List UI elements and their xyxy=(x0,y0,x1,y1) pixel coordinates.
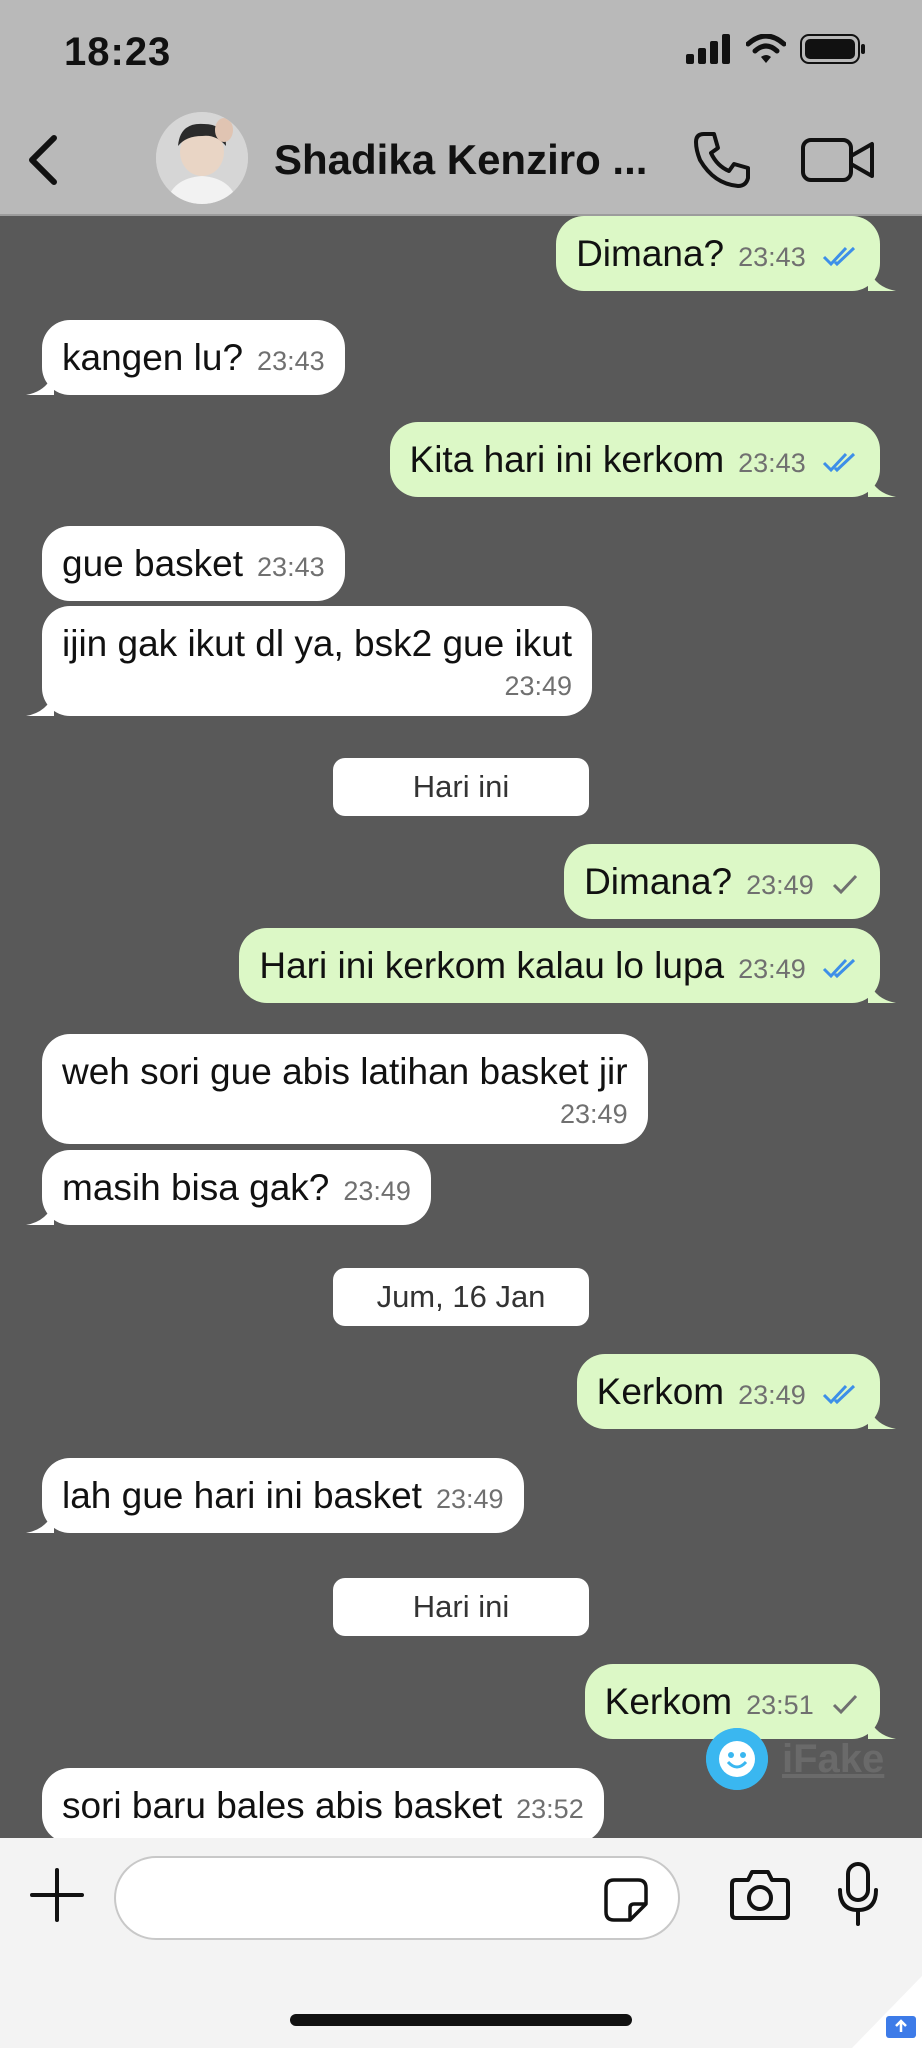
message-text: kangen lu? xyxy=(62,337,244,378)
incoming-message[interactable]: ijin gak ikut dl ya, bsk2 gue ikut 23:49 xyxy=(26,606,593,716)
camera-icon[interactable] xyxy=(730,1868,790,1920)
date-separator: Hari ini xyxy=(333,1578,589,1636)
message-input[interactable] xyxy=(114,1856,680,1940)
status-icons xyxy=(686,34,866,64)
double-check-read-icon xyxy=(822,1385,856,1405)
double-check-read-icon xyxy=(822,959,856,979)
outgoing-message[interactable]: Kerkom 23:49 xyxy=(576,1354,896,1429)
message-text: Kita hari ini kerkom xyxy=(409,439,725,480)
outgoing-message[interactable]: Kita hari ini kerkom 23:43 xyxy=(389,422,896,497)
message-time: 23:43 xyxy=(257,552,325,582)
microphone-icon[interactable] xyxy=(836,1862,880,1926)
status-bar: 18:23 xyxy=(0,0,922,110)
status-time: 18:23 xyxy=(64,30,172,74)
folder-upload-icon xyxy=(852,1976,922,2048)
phone-icon[interactable] xyxy=(690,128,754,192)
contact-name[interactable]: Shadika Kenziro ... xyxy=(274,136,647,184)
chat-header: Shadika Kenziro ... xyxy=(0,110,922,216)
message-text: lah gue hari ini basket xyxy=(62,1475,422,1516)
message-time: 23:43 xyxy=(738,448,806,478)
bubble-tail xyxy=(26,1201,54,1225)
double-check-read-icon xyxy=(822,247,856,267)
message-list[interactable]: Dimana? 23:43 kangen lu? 23:43 Kita hari i… xyxy=(0,214,922,1838)
message-time: 23:52 xyxy=(516,1794,584,1824)
date-separator: Hari ini xyxy=(333,758,589,816)
message-text: Kerkom xyxy=(604,1681,733,1722)
wifi-icon xyxy=(746,34,786,63)
back-chevron-icon[interactable] xyxy=(20,130,70,190)
bubble-tail xyxy=(868,473,896,497)
bubble-tail xyxy=(26,371,54,395)
bubble-tail xyxy=(868,267,896,291)
signal-icon xyxy=(686,34,730,64)
incoming-message[interactable]: kangen lu? 23:43 xyxy=(26,320,345,395)
date-separator: Jum, 16 Jan xyxy=(333,1268,589,1326)
message-time: 23:49 xyxy=(504,671,573,701)
message-time: 23:49 xyxy=(343,1176,411,1206)
single-check-sent-icon xyxy=(832,1695,858,1715)
outgoing-message[interactable]: Hari ini kerkom kalau lo lupa 23:49 xyxy=(239,928,896,1003)
message-text: sori baru bales abis basket xyxy=(62,1785,503,1826)
message-time: 23:49 xyxy=(435,1484,504,1514)
video-call-icon[interactable] xyxy=(800,130,876,190)
incoming-message[interactable]: lah gue hari ini basket 23:49 xyxy=(26,1458,524,1533)
outgoing-message[interactable]: Dimana? 23:43 xyxy=(556,216,896,291)
message-time: 23:43 xyxy=(257,346,325,376)
message-text: Kerkom xyxy=(596,1371,725,1412)
message-text: masih bisa gak? xyxy=(62,1167,330,1208)
watermark-text: iFake xyxy=(782,1736,885,1781)
message-text: gue basket xyxy=(62,543,244,584)
avatar[interactable] xyxy=(156,112,248,204)
bubble-tail xyxy=(868,979,896,1003)
message-time: 23:49 xyxy=(738,1380,806,1410)
message-time: 23:49 xyxy=(746,870,814,900)
double-check-read-icon xyxy=(822,453,856,473)
message-text: Dimana? xyxy=(576,233,725,274)
bubble-tail xyxy=(26,692,54,716)
ifake-logo-icon xyxy=(706,1728,768,1790)
incoming-message[interactable]: gue basket 23:43 xyxy=(42,526,345,601)
incoming-message[interactable]: masih bisa gak? 23:49 xyxy=(26,1150,431,1225)
bubble-tail xyxy=(868,1405,896,1429)
plus-icon[interactable] xyxy=(28,1866,86,1924)
message-time: 23:49 xyxy=(738,954,806,984)
single-check-sent-icon xyxy=(832,875,858,895)
incoming-message[interactable]: sori baru bales abis basket 23:52 xyxy=(42,1768,604,1838)
outgoing-message[interactable]: Dimana? 23:49 xyxy=(564,844,880,919)
composer-bar xyxy=(0,1838,922,2048)
message-text: weh sori gue abis latihan basket jir xyxy=(62,1051,628,1092)
sticker-icon[interactable] xyxy=(604,1878,648,1922)
watermark: iFake xyxy=(706,1728,884,1790)
message-time: 23:49 xyxy=(560,1099,628,1129)
message-time: 23:51 xyxy=(746,1690,814,1720)
incoming-message[interactable]: weh sori gue abis latihan basket jir 23:… xyxy=(42,1034,648,1144)
message-text: Dimana? xyxy=(584,861,733,902)
message-time: 23:43 xyxy=(738,242,806,272)
message-text: ijin gak ikut dl ya, bsk2 gue ikut xyxy=(62,623,573,664)
battery-icon xyxy=(800,34,865,64)
home-indicator xyxy=(290,2014,632,2026)
message-text: Hari ini kerkom kalau lo lupa xyxy=(259,945,725,986)
bubble-tail xyxy=(26,1509,54,1533)
